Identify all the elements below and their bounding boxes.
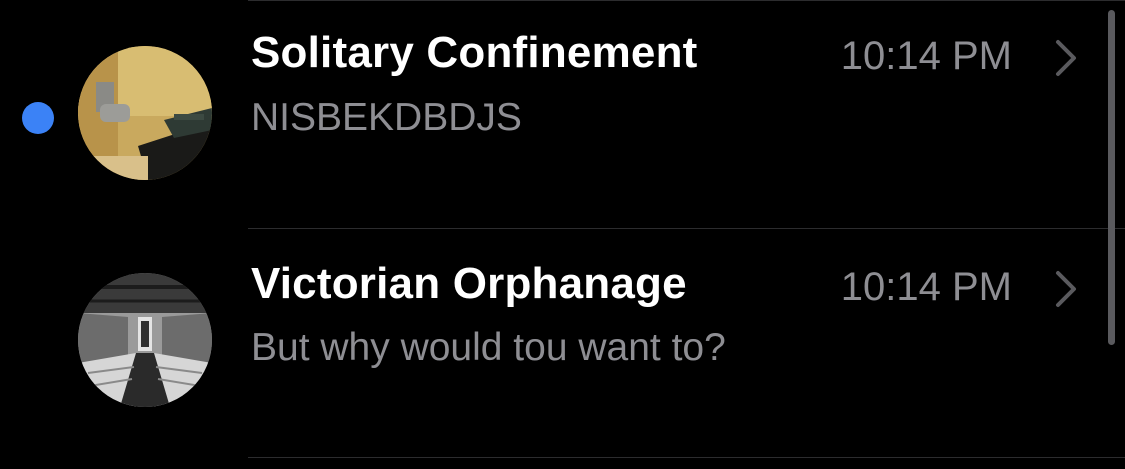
- scrollbar[interactable]: [1108, 10, 1115, 345]
- conversation-list: Solitary Confinement 10:14 PM NISBEKDBDJ…: [0, 0, 1125, 469]
- avatar: [78, 46, 212, 180]
- chevron-right-icon: [1056, 40, 1076, 76]
- conversation-time: 10:14 PM: [840, 265, 1012, 309]
- conversation-name: Victorian Orphanage: [251, 259, 687, 308]
- conversation-name: Solitary Confinement: [251, 28, 698, 77]
- message-preview: NISBEKDBDJS: [251, 96, 522, 139]
- chevron-right-icon: [1056, 271, 1076, 307]
- unread-dot: [22, 102, 54, 134]
- conversation-time: 10:14 PM: [840, 34, 1012, 78]
- divider: [248, 457, 1125, 458]
- conversation-row-victorian-orphanage[interactable]: Victorian Orphanage 10:14 PM But why wou…: [0, 229, 1100, 457]
- conversation-row-solitary-confinement[interactable]: Solitary Confinement 10:14 PM NISBEKDBDJ…: [0, 0, 1100, 228]
- avatar: [78, 273, 212, 407]
- message-preview: But why would tou want to?: [251, 326, 726, 369]
